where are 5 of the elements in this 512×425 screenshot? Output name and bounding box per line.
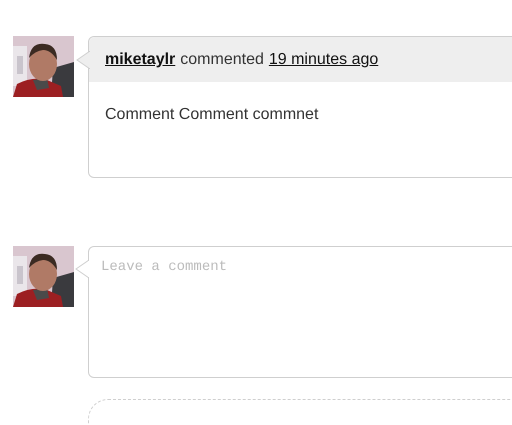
action-text: commented <box>180 51 264 69</box>
comment-body: Comment Comment commnet <box>104 105 320 125</box>
comment-field[interactable]: Leave a comment <box>88 246 512 378</box>
timestamp-link[interactable]: 19 minutes ago <box>268 51 378 69</box>
author-link[interactable]: miketaylr <box>105 51 176 69</box>
